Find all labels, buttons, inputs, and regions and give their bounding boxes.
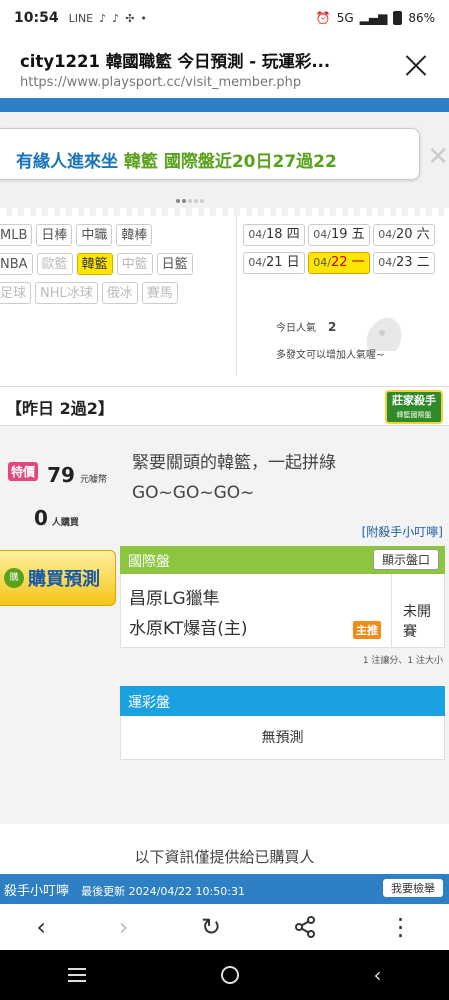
prediction-section: 特價 79 元噱幣 0 人購買 購 購買預測 緊要關頭的韓籃，一起拼綠 GO~GO… <box>0 426 449 904</box>
reload-icon[interactable]: ↻ <box>201 913 221 941</box>
lottery-header: 運彩盤 <box>120 686 445 716</box>
pinwheel-icon: ✣ <box>125 11 135 25</box>
more-dot-icon: • <box>140 11 147 25</box>
network-label: 5G <box>336 11 354 25</box>
price-unit: 元噱幣 <box>80 475 108 485</box>
tiktok-icon: ♪ <box>112 11 120 25</box>
popularity-value: 2 <box>328 320 337 334</box>
league-cpbl[interactable]: 中職 <box>76 224 113 246</box>
international-odds-panel: 國際盤 顯示盤口 昌原LG獵隼 水原KT爆音(主) 主推 未開賽 <box>120 546 445 648</box>
pick-summary: 1 注讓分、1 注大小 <box>362 656 443 666</box>
bookmaker-killer-badge: 莊家殺手 韓籃國際盤 <box>385 390 443 424</box>
date-0418[interactable]: 04/18 四 <box>243 224 305 246</box>
tiktok-icon: ♪ <box>99 11 107 25</box>
battery-percent: 86% <box>408 11 435 25</box>
league-khl[interactable]: 俄冰 <box>101 282 138 304</box>
league-horse-racing[interactable]: 賽馬 <box>141 282 178 304</box>
divider <box>0 208 449 216</box>
home-team: 水原KT爆音(主) <box>129 619 248 639</box>
notice-banner[interactable]: 有緣人進來坐 韓籃 國際盤近20日27過22 <box>0 128 420 180</box>
notification-icons: LINE ♪ ♪ ✣ • <box>69 12 147 25</box>
league-jbl[interactable]: 日籃 <box>156 253 193 275</box>
league-nba[interactable]: NBA <box>0 253 33 275</box>
browser-toolbar: ‹ › ↻ ⋮ <box>0 904 449 950</box>
home-icon[interactable] <box>220 966 239 984</box>
buy-icon: 購 <box>4 568 24 588</box>
system-icons: ⏰ 5G ▂▄▆ 86% <box>316 11 435 25</box>
notice-carousel: 有緣人進來坐 韓籃 國際盤近20日27過22 ✕ <box>0 112 449 208</box>
lottery-body: 無預測 <box>120 716 445 760</box>
status-bar: 10:54 LINE ♪ ♪ ✣ • ⏰ 5G ▂▄▆ 86% <box>0 0 449 36</box>
notice-text-2: 韓籃 國際盤近20日27過22 <box>123 152 337 172</box>
signal-icon: ▂▄▆ <box>359 11 388 25</box>
back-icon[interactable]: ‹ <box>36 913 46 941</box>
killer-tips-title: 殺手小叮嚀 <box>4 884 70 899</box>
notice-text-1: 有緣人進來坐 <box>16 152 118 172</box>
forward-icon[interactable]: › <box>119 913 129 941</box>
sports-lottery-panel: 運彩盤 無預測 <box>120 686 445 760</box>
killer-tips-bar: 殺手小叮嚀 最後更新 2024/04/22 10:50:31 我要檢舉 <box>0 874 449 904</box>
divider <box>236 216 237 376</box>
league-mlb[interactable]: MLB <box>0 224 33 246</box>
intl-header: 國際盤 <box>128 554 170 570</box>
show-odds-button[interactable]: 顯示盤口 <box>372 549 439 570</box>
carousel-dots <box>176 199 204 203</box>
system-nav-bar: ‹ <box>0 950 449 1000</box>
web-page: 有緣人進來坐 韓籃 國際盤近20日27過22 ✕ MLB 日棒 中職 韓棒 NB… <box>0 98 449 904</box>
page-title: city1221 韓國職籃 今日預測 - 玩運彩... <box>20 52 331 71</box>
share-icon[interactable] <box>294 916 316 938</box>
popularity-hint: 多發文可以增加人氣喔~ <box>276 350 385 361</box>
popularity: 今日人氣 2 <box>276 320 337 334</box>
league-kbl[interactable]: 韓籃 <box>76 253 113 275</box>
away-team: 昌原LG獵隼 <box>129 589 220 609</box>
price-value: 79 <box>47 463 75 487</box>
alarm-icon: ⏰ <box>315 11 331 25</box>
price: 特價 79 元噱幣 <box>8 462 107 487</box>
main-pick-badge: 主推 <box>353 621 381 639</box>
league-cba[interactable]: 中籃 <box>116 253 153 275</box>
buy-prediction-label: 購買預測 <box>28 569 100 590</box>
last-updated: 最後更新 2024/04/22 10:50:31 <box>81 885 245 898</box>
game-status: 未開賽 <box>403 604 431 640</box>
league-selector: MLB 日棒 中職 韓棒 NBA 歐籃 韓籃 中籃 日籃 足球 NHL冰球 俄冰… <box>0 224 240 311</box>
league-nhl[interactable]: NHL冰球 <box>35 282 98 304</box>
date-0422[interactable]: 04/22 一 <box>308 252 370 274</box>
line-icon: LINE <box>68 11 94 25</box>
clock: 10:54 <box>14 10 59 26</box>
recent-apps-icon[interactable] <box>67 968 86 982</box>
prediction-pitch: 緊要關頭的韓籃，一起拼綠 GO~GO~GO~ <box>132 453 336 503</box>
battery-icon <box>393 11 403 25</box>
killer-tips-link[interactable]: [附殺手小叮嚀] <box>362 523 443 540</box>
page-url[interactable]: https://www.playsport.cc/visit_member.ph… <box>20 75 429 90</box>
buyer-count: 0 人購買 <box>34 506 79 530</box>
league-soccer[interactable]: 足球 <box>0 282 32 304</box>
league-euro-basketball[interactable]: 歐籃 <box>36 253 73 275</box>
yesterday-record: 【昨日 2過2】 莊家殺手 韓籃國際盤 <box>0 386 449 426</box>
buy-prediction-button[interactable]: 購 購買預測 <box>0 550 116 606</box>
date-0423[interactable]: 04/23 二 <box>373 252 435 274</box>
filter-panel: MLB 日棒 中職 韓棒 NBA 歐籃 韓籃 中籃 日籃 足球 NHL冰球 俄冰… <box>0 216 449 386</box>
special-price-tag: 特價 <box>8 462 39 481</box>
date-0420[interactable]: 04/20 六 <box>373 224 435 246</box>
date-selector: 04/18 四 04/19 五 04/20 六 04/21 日 04/22 一 … <box>243 224 443 274</box>
close-icon[interactable] <box>405 54 427 76</box>
league-kbo[interactable]: 韓棒 <box>116 224 153 246</box>
more-options-icon[interactable]: ⋮ <box>389 913 413 941</box>
date-0419[interactable]: 04/19 五 <box>308 224 370 246</box>
league-npb[interactable]: 日棒 <box>36 224 73 246</box>
carousel-next-icon[interactable]: ✕ <box>427 142 449 172</box>
report-button[interactable]: 我要檢舉 <box>383 879 443 897</box>
site-nav-strip[interactable] <box>0 98 449 112</box>
browser-title-bar: city1221 韓國職籃 今日預測 - 玩運彩... https://www.… <box>0 36 449 98</box>
system-back-icon[interactable]: ‹ <box>374 963 382 987</box>
date-0421[interactable]: 04/21 日 <box>243 252 305 274</box>
